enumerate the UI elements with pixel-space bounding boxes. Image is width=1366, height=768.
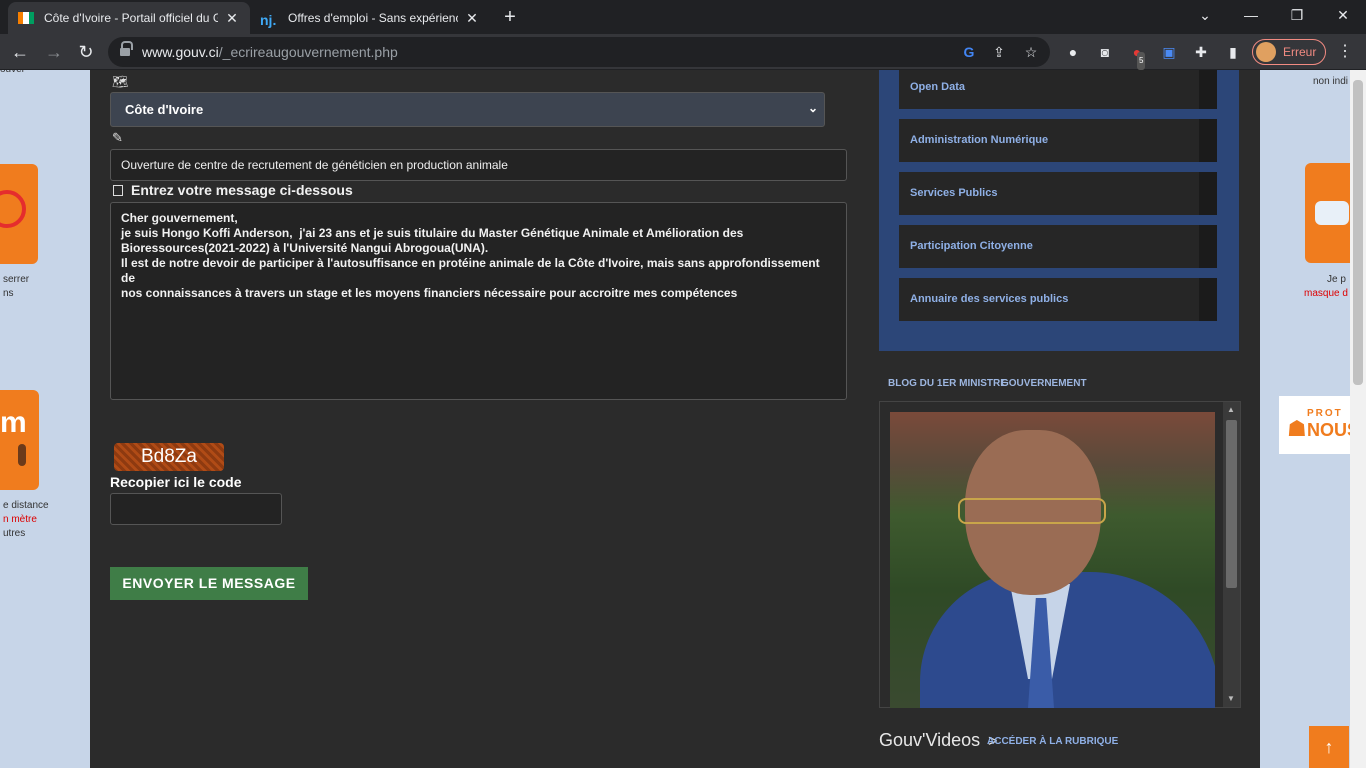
message-line: Bioressources(2021-2022) à l'Université … (121, 241, 489, 255)
nj-site-icon: nj. (260, 12, 277, 28)
tab-blog-premier-ministre[interactable]: BLOG DU 1ER MINISTRE (888, 378, 1007, 389)
tab-title: Côte d'Ivoire - Portail officiel du Go (44, 11, 218, 25)
map-icon: 🗺 (112, 74, 129, 89)
menu-kebab-icon[interactable]: ⋮ (1336, 43, 1354, 61)
right-banner-ad[interactable]: non indi Je p masque d ☗ PROT NOUS (1260, 70, 1365, 768)
blog-photo-frame (879, 401, 1241, 708)
close-window-button[interactable]: ✕ (1320, 0, 1366, 30)
back-arrow-icon[interactable]: ← (6, 38, 34, 66)
tab-gouvernement[interactable]: GOUVERNEMENT (1001, 378, 1087, 389)
sidebar-item-participation-citoyenne[interactable]: Participation Citoyenne (899, 225, 1217, 268)
extensions-puzzle-icon[interactable]: ✚ (1192, 43, 1210, 61)
lock-icon (120, 41, 133, 57)
right-ad-text: Je p (1327, 274, 1346, 285)
left-ad-text: e distance (3, 500, 49, 511)
message-line: Il est de notre devoir de participer à l… (121, 256, 823, 285)
forward-arrow-icon[interactable]: → (40, 38, 68, 66)
message-line: je suis Hongo Koffi Anderson, j'ai 23 an… (121, 226, 744, 240)
person-icon: ☗ (1287, 416, 1307, 441)
prime-minister-photo[interactable] (890, 412, 1215, 708)
new-tab-button[interactable]: + (498, 6, 522, 30)
google-icon[interactable]: G (960, 43, 978, 61)
right-ad-text: non indi (1313, 76, 1349, 87)
address-bar[interactable]: www.gouv.ci/_ecrireaugouvernement.php G … (108, 37, 1050, 67)
restore-button[interactable]: ❐ (1274, 0, 1320, 30)
scroll-down-icon[interactable]: ▼ (1227, 694, 1235, 703)
page-scrollbar[interactable] (1350, 70, 1366, 768)
message-line: Cher gouvernement, (121, 211, 238, 225)
sidebar-item-administration-numerique[interactable]: Administration Numérique (899, 119, 1217, 162)
side-panel-icon[interactable]: ▮ (1224, 43, 1242, 61)
sidebar-item-annuaire[interactable]: Annuaire des services publics (899, 278, 1217, 321)
right-ad-text: masque d (1304, 288, 1348, 299)
distance-person-icon: m (0, 390, 39, 490)
left-ad-text: serrer (3, 274, 30, 285)
profile-button[interactable]: Erreur (1252, 39, 1326, 65)
gouv-videos-heading: Gouv'Videos > (879, 730, 998, 750)
message-label: Entrez votre message ci-dessous (113, 182, 353, 198)
translate-extension-icon[interactable]: ▣ (1160, 43, 1178, 61)
page-scroll-thumb[interactable] (1353, 80, 1363, 385)
left-banner-ad[interactable]: ouver serrer ns m e distance n mètre utr… (0, 70, 90, 768)
close-tab-icon[interactable]: ✕ (224, 10, 240, 27)
camera-extension-icon[interactable]: ◙ (1096, 43, 1114, 61)
browser-toolbar: ← → ↻ www.gouv.ci/_ecrireaugouvernement.… (0, 34, 1366, 70)
browser-tabbar: Côte d'Ivoire - Portail officiel du Go ✕… (0, 0, 1366, 34)
pencil-icon: ✎ (112, 130, 123, 145)
minimize-button[interactable]: — (1228, 0, 1274, 30)
share-icon[interactable]: ⇪ (990, 43, 1008, 61)
message-line: nos connaissances à travers un stage et … (121, 286, 738, 300)
bookmark-star-icon[interactable]: ☆ (1022, 43, 1040, 61)
country-select[interactable]: Côte d'Ivoire ⌄ (110, 92, 825, 127)
document-icon (113, 185, 123, 196)
tab-offres-emploi[interactable]: nj. Offres d'emploi - Sans expérience ✕ (250, 2, 490, 34)
tab-title: Offres d'emploi - Sans expérience (288, 11, 458, 25)
url-text: www.gouv.ci/_ecrireaugouvernement.php (142, 44, 398, 60)
captcha-input[interactable] (110, 493, 282, 525)
message-textarea[interactable]: Cher gouvernement, je suis Hongo Koffi A… (110, 202, 847, 400)
subject-input[interactable]: Ouverture de centre de recrutement de gé… (110, 149, 847, 181)
captcha-image: Bd8Za (114, 443, 224, 471)
extension-badge-icon[interactable]: ●5 (1128, 43, 1146, 70)
sidebar-item-services-publics[interactable]: Services Publics (899, 172, 1217, 215)
cote-divoire-flag-icon (18, 12, 34, 24)
left-ad-text: n mètre (3, 514, 37, 525)
tab-gouv-portal[interactable]: Côte d'Ivoire - Portail officiel du Go ✕ (8, 2, 250, 34)
left-ad-text: ns (3, 288, 14, 299)
left-ad-text: utres (3, 528, 26, 539)
avatar (1256, 42, 1276, 62)
tab-search-chevron-icon[interactable]: ⌄ (1182, 0, 1228, 30)
web-page: ouver serrer ns m e distance n mètre utr… (0, 70, 1366, 768)
no-handshake-icon (0, 164, 38, 264)
back-to-top-button[interactable]: ↑ (1309, 726, 1349, 768)
chevron-down-icon: ⌄ (807, 101, 818, 115)
sidebar-item-open-data[interactable]: Open Data (899, 70, 1217, 109)
close-tab-icon[interactable]: ✕ (464, 10, 480, 27)
acceder-rubrique-link[interactable]: ACCÉDER À LA RUBRIQUE (987, 736, 1118, 747)
extension-pin-icon[interactable]: ● (1064, 43, 1082, 61)
scroll-thumb[interactable] (1226, 420, 1237, 588)
send-message-button[interactable]: ENVOYER LE MESSAGE (110, 567, 308, 600)
captcha-label: Recopier ici le code (110, 474, 242, 490)
reload-icon[interactable]: ↻ (72, 38, 100, 66)
scroll-up-icon[interactable]: ▲ (1227, 405, 1235, 414)
photo-scrollbar[interactable]: ▲ ▼ (1223, 402, 1240, 707)
protegeons-nous-ad: ☗ PROT NOUS (1279, 396, 1359, 454)
